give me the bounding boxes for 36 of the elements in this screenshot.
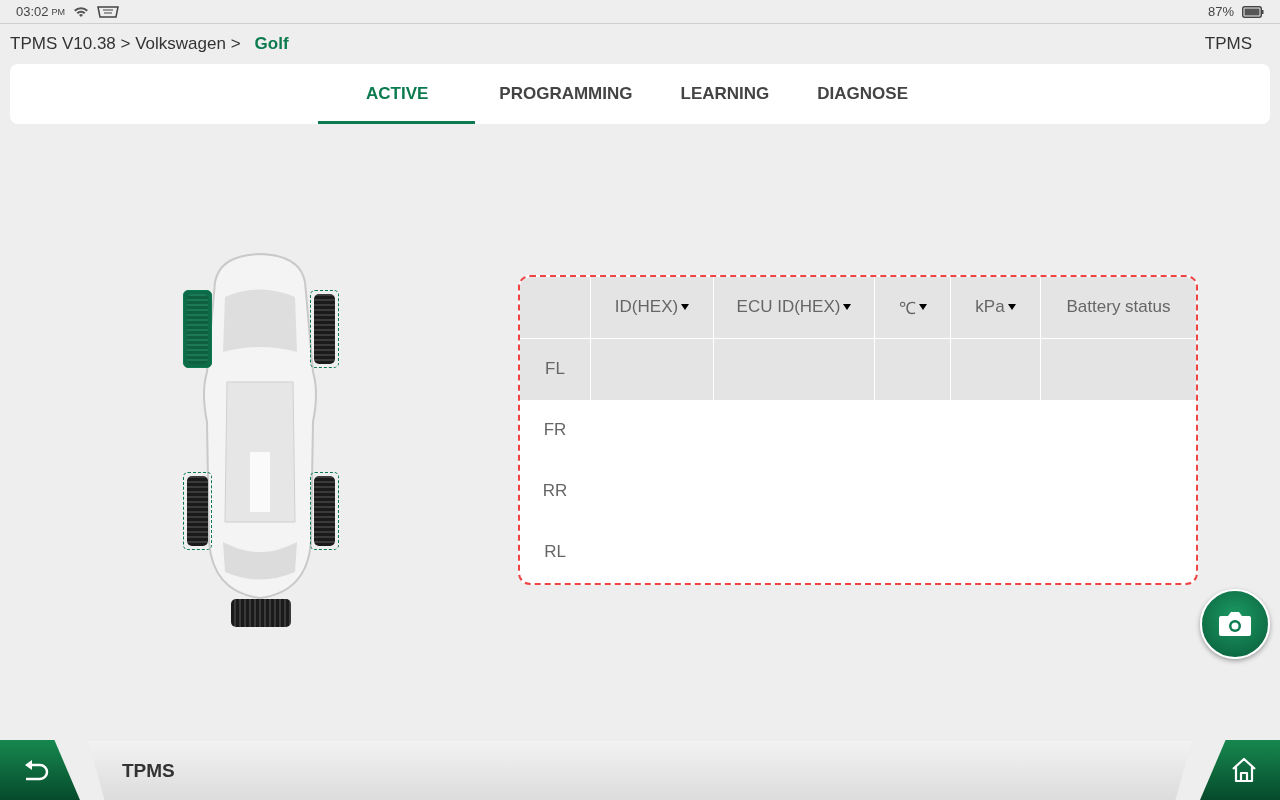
row-label: RR [541,480,569,502]
row-label: FL [520,338,590,400]
tab[interactable]: PROGRAMMING [475,64,657,124]
table-row[interactable]: FR [520,399,1196,461]
camera-button[interactable] [1200,589,1270,659]
footer-title: TPMS [88,741,1192,800]
connector-icon [97,5,120,18]
tire-icon[interactable] [310,472,339,550]
back-button[interactable] [0,740,80,800]
home-icon [1230,756,1258,784]
breadcrumb-current: Golf [254,34,289,54]
battery-percent: 87% [1207,4,1234,19]
status-time: 03:02 [16,4,49,19]
home-button[interactable] [1200,740,1280,800]
page-label: TPMS [1204,34,1252,54]
table-row[interactable]: RR [520,460,1196,522]
column-dropdown[interactable]: kPa [975,297,1016,317]
spare-tire-icon [231,599,291,627]
tire-icon[interactable] [183,472,212,550]
column-dropdown[interactable]: ECU ID(HEX) [736,297,852,317]
row-label: RL [543,541,567,563]
tire-icon[interactable] [310,290,339,368]
battery-icon [1242,5,1264,18]
tab[interactable]: DIAGNOSE [793,64,932,124]
tab[interactable]: LEARNING [656,64,794,124]
camera-icon [1218,611,1252,637]
table-row[interactable]: RL [520,521,1196,583]
tab[interactable]: ACTIVE [318,64,476,124]
table-row[interactable]: FL [520,338,1196,400]
column-dropdown[interactable]: ℃ [898,295,927,319]
row-label: FR [542,419,568,441]
breadcrumb-path: TPMS V10.38 > Volkswagen > [10,34,241,54]
wifi-icon [73,5,90,18]
column-dropdown[interactable]: ID(HEX) [614,297,690,317]
column-header: Battery status [1066,297,1171,317]
status-ampm: PM [51,6,66,17]
